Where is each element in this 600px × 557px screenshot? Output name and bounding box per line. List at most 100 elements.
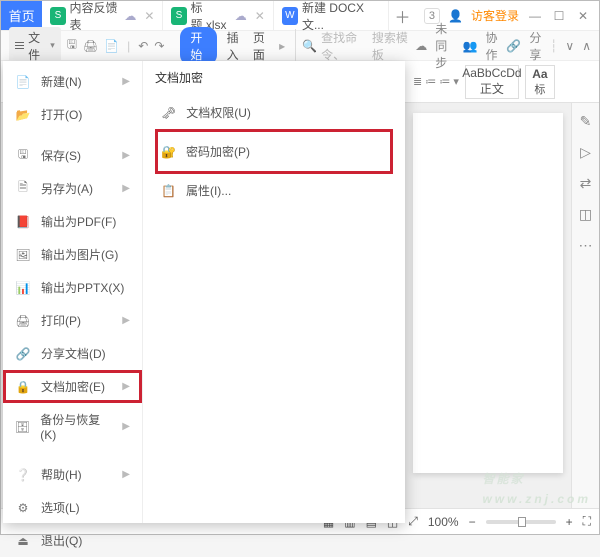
help-icon: ❔	[15, 467, 31, 483]
page-canvas[interactable]	[413, 113, 563, 473]
menu-label: 帮助(H)	[41, 466, 82, 483]
overflow-chevron-icon[interactable]: ∨	[565, 39, 574, 53]
right-tools: ☁ 未同步 👥 协作 🔗 分享 ┆ ∨ ∧	[415, 20, 591, 71]
menu-saveas[interactable]: 🗎 另存为(A) ▶	[3, 172, 142, 205]
zoom-in-button[interactable]: +	[566, 515, 573, 529]
new-file-icon: 📄	[15, 74, 31, 90]
menu-encrypt[interactable]: 🔒 文档加密(E) ▶	[3, 370, 142, 403]
shapes-icon[interactable]: ◫	[579, 206, 592, 223]
menu-open[interactable]: 📂 打开(O)	[3, 98, 142, 131]
redo-icon[interactable]: ↷	[154, 39, 164, 53]
saveas-icon: 🗎	[15, 181, 31, 197]
submenu-label: 密码加密(P)	[186, 143, 250, 160]
submenu-password-encrypt[interactable]: 🔐 密码加密(P)	[155, 129, 393, 174]
ribbon-tab-insert[interactable]: 插入	[227, 29, 243, 63]
ribbon-more-icon[interactable]: ▸	[279, 39, 285, 53]
sync-label[interactable]: 未同步	[435, 20, 454, 71]
submenu-properties[interactable]: 📋 属性(I)...	[155, 174, 393, 207]
close-icon[interactable]: ✕	[144, 9, 154, 23]
menu-share-doc[interactable]: 🔗 分享文档(D)	[3, 337, 142, 370]
menu-save[interactable]: 🖫 保存(S) ▶	[3, 139, 142, 172]
menu-export-pdf[interactable]: 📕 输出为PDF(F)	[3, 205, 142, 238]
menu-label: 备份与恢复(K)	[40, 411, 112, 442]
chevron-right-icon: ▶	[122, 183, 130, 194]
style-sample: AaBbCcDd	[462, 66, 521, 80]
menu-label: 分享文档(D)	[41, 345, 106, 362]
doc-tab-label: 内容反馈表	[70, 0, 121, 33]
doc-tab-3[interactable]: W 新建 DOCX 文...	[274, 1, 389, 30]
doc-tab-1[interactable]: S 内容反馈表 ☁ ✕	[42, 1, 163, 30]
undo-icon[interactable]: ↶	[138, 39, 148, 53]
menu-export-pptx[interactable]: 📊 输出为PPTX(X)	[3, 271, 142, 304]
quick-access: 🖫 🖨 📄 | ↶ ↷	[67, 35, 165, 56]
expand-icon[interactable]: ∧	[582, 39, 591, 53]
select-icon[interactable]: ▷	[580, 144, 591, 161]
ribbon-tab-start[interactable]: 开始	[180, 27, 216, 65]
print-icon: 🖨	[15, 313, 31, 329]
print-icon[interactable]: 🖨	[83, 39, 98, 53]
zoom-slider[interactable]	[486, 520, 556, 524]
file-menu-secondary: 文档加密 🗝 文档权限(U) 🔐 密码加密(P) 📋 属性(I)...	[143, 61, 405, 523]
file-label: 文件	[28, 29, 46, 63]
chevron-right-icon: ▶	[122, 76, 130, 87]
share-icon[interactable]: 🔗	[506, 39, 521, 53]
menu-label: 输出为PPTX(X)	[41, 279, 124, 296]
sheet-icon: S	[50, 7, 65, 25]
search-icon: 🔍	[302, 39, 317, 53]
zoom-out-button[interactable]: −	[469, 515, 476, 529]
ribbon-tabs: 开始 插入 页面 ▸	[180, 27, 285, 65]
chevron-right-icon: ▶	[122, 150, 130, 161]
zoom-knob[interactable]	[518, 517, 526, 527]
save-icon: 🖫	[15, 148, 31, 164]
menu-print[interactable]: 🖨 打印(P) ▶	[3, 304, 142, 337]
tab-home[interactable]: 首页	[1, 1, 42, 30]
menu-options[interactable]: ⚙ 选项(L)	[3, 491, 142, 524]
submenu-heading: 文档加密	[155, 69, 393, 86]
style-heading[interactable]: Aa 标	[525, 65, 555, 99]
menu-exit[interactable]: ⏏ 退出(Q)	[3, 524, 142, 557]
menu-label: 文档加密(E)	[41, 378, 105, 395]
sheet-icon: S	[171, 7, 186, 25]
image-icon: 🖼	[15, 247, 31, 263]
style-alt-caption: 标	[534, 81, 545, 97]
chevron-right-icon: ▶	[122, 421, 130, 432]
menu-new[interactable]: 📄 新建(N) ▶	[3, 65, 142, 98]
properties-icon: 📋	[161, 184, 176, 198]
collab-label[interactable]: 协作	[486, 29, 499, 63]
new-tab-button[interactable]: ＋	[389, 1, 416, 30]
chevron-down-icon: ▾	[50, 40, 55, 51]
settings-icon[interactable]: ⇄	[580, 175, 592, 192]
style-normal[interactable]: AaBbCcDd 正文	[465, 65, 519, 99]
search-placeholder: 搜索模板	[372, 29, 409, 63]
zoom-value[interactable]: 100%	[428, 515, 459, 529]
search-prefix: 查找命令、	[321, 29, 368, 63]
menu-label: 输出为PDF(F)	[41, 213, 116, 230]
submenu-label: 文档权限(U)	[186, 104, 251, 121]
cloud-sync-icon[interactable]: ☁	[415, 39, 427, 53]
more-icon[interactable]: ⋯	[579, 237, 593, 254]
doc-icon: W	[282, 7, 298, 25]
pencil-icon[interactable]: ✎	[580, 113, 592, 130]
file-menu-button[interactable]: 文件 ▾	[9, 27, 61, 65]
menu-backup[interactable]: 🗄 备份与恢复(K) ▶	[3, 403, 142, 450]
chevron-right-icon: ▶	[122, 381, 130, 392]
ribbon-tab-page[interactable]: 页面	[253, 29, 269, 63]
menu-label: 打开(O)	[41, 106, 82, 123]
preview-icon[interactable]: 📄	[104, 39, 119, 53]
close-icon[interactable]: ✕	[255, 9, 265, 23]
fullscreen-icon[interactable]: ⛶	[583, 514, 591, 529]
submenu-permissions[interactable]: 🗝 文档权限(U)	[155, 96, 393, 129]
collab-icon[interactable]: 👥	[463, 39, 478, 53]
save-icon[interactable]: 🖫	[67, 35, 77, 56]
file-menu-primary: 📄 新建(N) ▶ 📂 打开(O) 🖫 保存(S) ▶ 🗎 另存为(A) ▶ 📕	[3, 61, 143, 523]
menu-label: 另存为(A)	[41, 180, 93, 197]
menu-help[interactable]: ❔ 帮助(H) ▶	[3, 458, 142, 491]
chevron-right-icon: ▶	[122, 469, 130, 480]
password-lock-icon: 🔐	[161, 145, 176, 159]
share-label[interactable]: 分享	[529, 29, 542, 63]
search-box[interactable]: 🔍 查找命令、 搜索模板	[295, 29, 409, 63]
para-controls[interactable]: ≣ ≔ ≔ ▾	[413, 75, 459, 88]
fit-icon[interactable]: ⤢	[408, 514, 418, 529]
menu-export-image[interactable]: 🖼 输出为图片(G)	[3, 238, 142, 271]
menu-label: 保存(S)	[41, 147, 81, 164]
